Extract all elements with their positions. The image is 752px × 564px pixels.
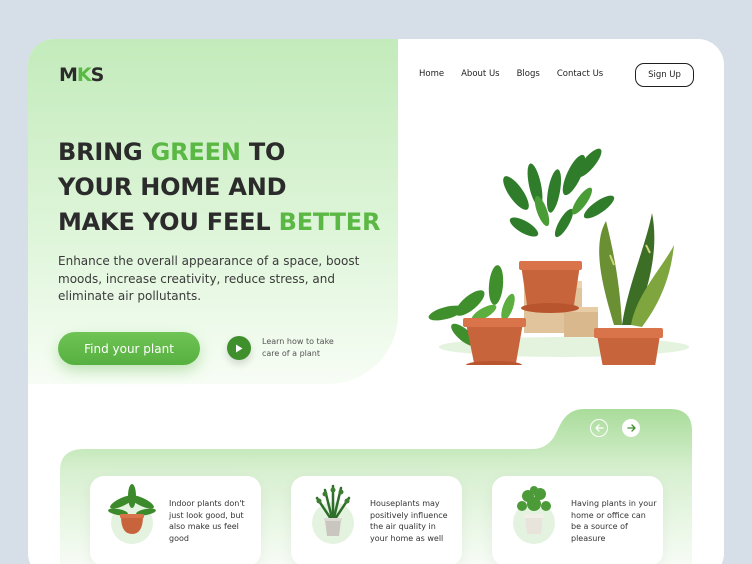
arrow-right-icon [626,424,636,432]
potted-plant-icon [108,484,156,534]
arrow-left-icon [594,424,604,432]
hero-description: Enhance the overall appearance of a spac… [58,254,360,303]
find-plant-button[interactable]: Find your plant [58,332,200,365]
play-icon [236,344,243,352]
plants-illustration [428,148,689,365]
feature-card[interactable]: Having plants in your home or office can… [492,476,663,564]
feature-card[interactable]: Indoor plants don't just look good, but … [90,476,261,564]
carousel-prev-button[interactable] [590,419,608,437]
nav-contact-us[interactable]: Contact Us [557,69,603,79]
play-video-label[interactable]: Learn how to take care of a plant [262,336,352,360]
zz-plant-icon [315,484,351,536]
leafy-plant-icon [517,486,551,534]
feature-text: Indoor plants don't just look good, but … [169,499,245,543]
feature-text: Houseplants may positively influence the… [370,499,448,543]
nav-home[interactable]: Home [419,69,444,79]
feature-text: Having plants in your home or office can… [571,499,657,543]
brand-logo[interactable]: MKS [59,64,104,86]
nav-blogs[interactable]: Blogs [517,69,540,79]
carousel-next-button[interactable] [622,419,640,437]
sign-up-button[interactable]: Sign Up [635,63,694,87]
landing-card: MKS Home About Us Blogs Contact Us Sign … [28,39,724,564]
play-video-button[interactable] [227,336,251,360]
feature-card[interactable]: Houseplants may positively influence the… [291,476,462,564]
main-nav: Home About Us Blogs Contact Us [419,69,620,79]
hero-headline: BRING GREEN TO YOUR HOME AND MAKE YOU FE… [58,138,381,236]
nav-about-us[interactable]: About Us [461,69,499,79]
